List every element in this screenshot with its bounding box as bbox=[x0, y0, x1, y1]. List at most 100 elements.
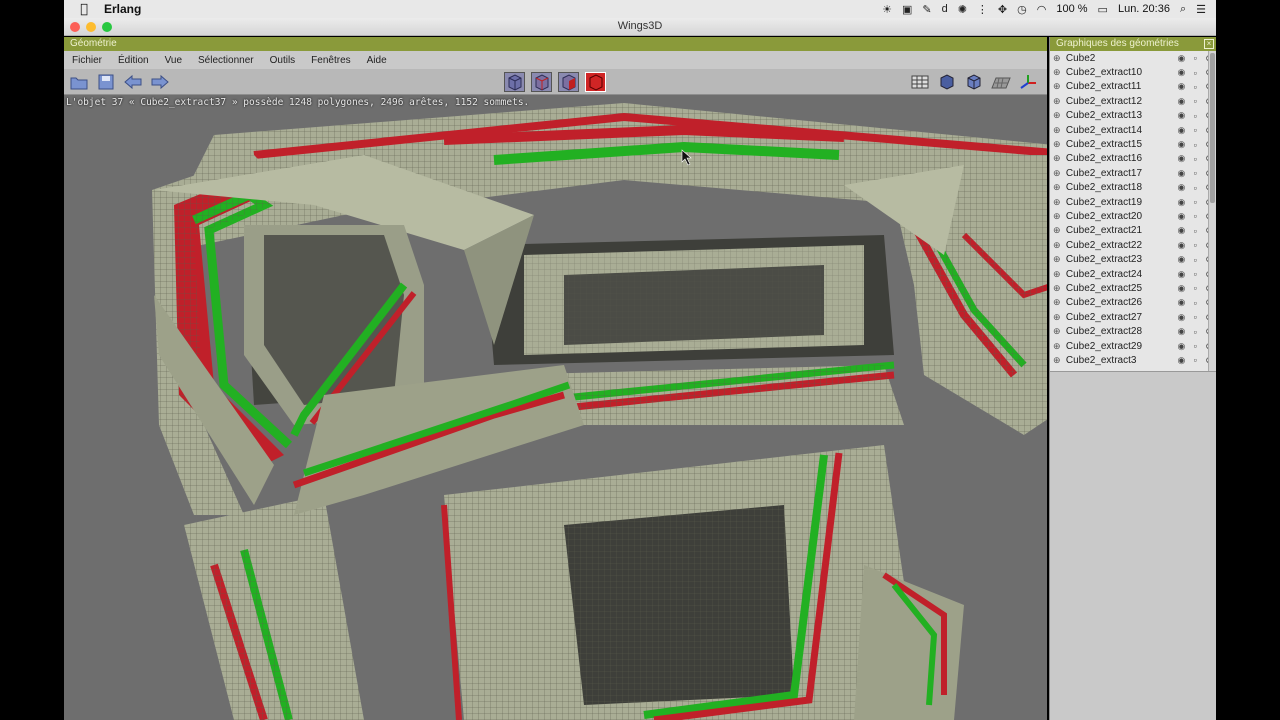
list-item[interactable]: ⊕Cube2_extract14◉▫⊗ bbox=[1050, 123, 1216, 137]
geometry-window-header[interactable]: Géométrie bbox=[64, 37, 1047, 51]
object-name[interactable]: Cube2_extract19 bbox=[1066, 197, 1175, 208]
lock-icon[interactable]: ▫ bbox=[1188, 168, 1202, 178]
object-name[interactable]: Cube2 bbox=[1066, 53, 1175, 64]
visibility-eye-icon[interactable]: ◉ bbox=[1175, 269, 1189, 280]
menu-outils[interactable]: Outils bbox=[262, 55, 304, 66]
list-item[interactable]: ⊕Cube2_extract23◉▫⊗ bbox=[1050, 252, 1216, 266]
lock-icon[interactable]: ▫ bbox=[1188, 283, 1202, 293]
edge-mode-icon[interactable] bbox=[531, 72, 552, 92]
list-item[interactable]: ⊕Cube2_extract26◉▫⊗ bbox=[1050, 296, 1216, 310]
object-name[interactable]: Cube2_extract11 bbox=[1066, 81, 1175, 92]
spotlight-search-icon[interactable]: ⌕ bbox=[1180, 3, 1186, 16]
lock-icon[interactable]: ▫ bbox=[1188, 197, 1202, 207]
visibility-eye-icon[interactable]: ◉ bbox=[1175, 53, 1189, 64]
ground-grid-icon[interactable] bbox=[991, 72, 1011, 92]
dictionary-icon[interactable]: d bbox=[942, 3, 948, 15]
menu-vue[interactable]: Vue bbox=[157, 55, 190, 66]
object-name[interactable]: Cube2_extract18 bbox=[1066, 182, 1175, 193]
menu-aide[interactable]: Aide bbox=[359, 55, 395, 66]
lock-icon[interactable]: ▫ bbox=[1188, 312, 1202, 322]
visibility-eye-icon[interactable]: ◉ bbox=[1175, 182, 1189, 193]
flat-shaded-icon[interactable] bbox=[964, 72, 984, 92]
object-name[interactable]: Cube2_extract15 bbox=[1066, 139, 1175, 150]
window-title-bar[interactable]: Wings3D bbox=[64, 18, 1216, 36]
lock-icon[interactable]: ▫ bbox=[1188, 53, 1202, 63]
lock-icon[interactable]: ▫ bbox=[1188, 226, 1202, 236]
wireframe-icon[interactable] bbox=[910, 72, 930, 92]
lock-icon[interactable]: ▫ bbox=[1188, 341, 1202, 351]
lock-icon[interactable]: ▫ bbox=[1188, 269, 1202, 279]
object-name[interactable]: Cube2_extract26 bbox=[1066, 297, 1175, 308]
list-item[interactable]: ⊕Cube2_extract13◉▫⊗ bbox=[1050, 109, 1216, 123]
object-name[interactable]: Cube2_extract13 bbox=[1066, 110, 1175, 121]
save-icon[interactable] bbox=[96, 72, 116, 92]
visibility-eye-icon[interactable]: ◉ bbox=[1175, 355, 1189, 366]
smooth-shaded-icon[interactable] bbox=[937, 72, 957, 92]
lock-icon[interactable]: ▫ bbox=[1188, 255, 1202, 265]
visibility-eye-icon[interactable]: ◉ bbox=[1175, 254, 1189, 265]
lock-icon[interactable]: ▫ bbox=[1188, 68, 1202, 78]
face-mode-icon[interactable] bbox=[558, 72, 579, 92]
list-item[interactable]: ⊕Cube2_extract12◉▫⊗ bbox=[1050, 94, 1216, 108]
notification-center-icon[interactable]: ☰ bbox=[1196, 3, 1206, 16]
object-name[interactable]: Cube2_extract25 bbox=[1066, 283, 1175, 294]
list-item[interactable]: ⊕Cube2◉▫⊗ bbox=[1050, 51, 1216, 65]
list-item[interactable]: ⊕Cube2_extract16◉▫⊗ bbox=[1050, 152, 1216, 166]
visibility-eye-icon[interactable]: ◉ bbox=[1175, 312, 1189, 323]
object-name[interactable]: Cube2_extract21 bbox=[1066, 225, 1175, 236]
visibility-eye-icon[interactable]: ◉ bbox=[1175, 96, 1189, 107]
list-item[interactable]: ⊕Cube2_extract29◉▫⊗ bbox=[1050, 339, 1216, 353]
visibility-eye-icon[interactable]: ◉ bbox=[1175, 326, 1189, 337]
lock-icon[interactable]: ▫ bbox=[1188, 111, 1202, 121]
object-name[interactable]: Cube2_extract22 bbox=[1066, 240, 1175, 251]
list-item[interactable]: ⊕Cube2_extract3◉▫⊗ bbox=[1050, 353, 1216, 367]
lock-icon[interactable]: ▫ bbox=[1188, 355, 1202, 365]
visibility-eye-icon[interactable]: ◉ bbox=[1175, 297, 1189, 308]
lock-icon[interactable]: ▫ bbox=[1188, 240, 1202, 250]
lock-icon[interactable]: ▫ bbox=[1188, 96, 1202, 106]
list-item[interactable]: ⊕Cube2_extract18◉▫⊗ bbox=[1050, 181, 1216, 195]
object-name[interactable]: Cube2_extract12 bbox=[1066, 96, 1175, 107]
redo-icon[interactable] bbox=[150, 72, 170, 92]
visibility-eye-icon[interactable]: ◉ bbox=[1175, 197, 1189, 208]
menu-edition[interactable]: Édition bbox=[110, 55, 157, 66]
lock-icon[interactable]: ▫ bbox=[1188, 140, 1202, 150]
object-name[interactable]: Cube2_extract28 bbox=[1066, 326, 1175, 337]
lock-icon[interactable]: ▫ bbox=[1188, 125, 1202, 135]
vertex-mode-icon[interactable] bbox=[504, 72, 525, 92]
object-name[interactable]: Cube2_extract20 bbox=[1066, 211, 1175, 222]
list-item[interactable]: ⊕Cube2_extract28◉▫⊗ bbox=[1050, 324, 1216, 338]
time-machine-icon[interactable]: ◷ bbox=[1017, 3, 1027, 16]
lock-icon[interactable]: ▫ bbox=[1188, 154, 1202, 164]
visibility-eye-icon[interactable]: ◉ bbox=[1175, 110, 1189, 121]
menu-extra-icon[interactable]: ⋮ bbox=[977, 3, 988, 16]
geometry-graph-header[interactable]: Graphiques des géométries × bbox=[1050, 37, 1216, 51]
visibility-eye-icon[interactable]: ◉ bbox=[1175, 125, 1189, 136]
lock-icon[interactable]: ▫ bbox=[1188, 298, 1202, 308]
axes-icon[interactable] bbox=[1018, 72, 1038, 92]
app-name[interactable]: Erlang bbox=[104, 2, 141, 16]
visibility-eye-icon[interactable]: ◉ bbox=[1175, 139, 1189, 150]
body-mode-icon[interactable] bbox=[585, 72, 606, 92]
pin-icon[interactable]: ✎ bbox=[922, 3, 931, 16]
list-item[interactable]: ⊕Cube2_extract17◉▫⊗ bbox=[1050, 166, 1216, 180]
visibility-eye-icon[interactable]: ◉ bbox=[1175, 81, 1189, 92]
object-name[interactable]: Cube2_extract16 bbox=[1066, 153, 1175, 164]
fan-icon[interactable]: ✺ bbox=[958, 3, 967, 16]
list-item[interactable]: ⊕Cube2_extract20◉▫⊗ bbox=[1050, 209, 1216, 223]
wifi-icon[interactable]: ◠ bbox=[1037, 3, 1047, 16]
lock-icon[interactable]: ▫ bbox=[1188, 211, 1202, 221]
open-folder-icon[interactable] bbox=[69, 72, 89, 92]
close-panel-icon[interactable]: × bbox=[1204, 39, 1214, 49]
visibility-eye-icon[interactable]: ◉ bbox=[1175, 211, 1189, 222]
screenshot-icon[interactable]: ▣ bbox=[902, 3, 912, 16]
list-item[interactable]: ⊕Cube2_extract19◉▫⊗ bbox=[1050, 195, 1216, 209]
clock[interactable]: Lun. 20:36 bbox=[1118, 3, 1170, 15]
list-item[interactable]: ⊕Cube2_extract11◉▫⊗ bbox=[1050, 80, 1216, 94]
object-name[interactable]: Cube2_extract3 bbox=[1066, 355, 1175, 366]
list-item[interactable]: ⊕Cube2_extract21◉▫⊗ bbox=[1050, 224, 1216, 238]
undo-icon[interactable] bbox=[123, 72, 143, 92]
object-name[interactable]: Cube2_extract17 bbox=[1066, 168, 1175, 179]
cross-arrows-icon[interactable]: ✥ bbox=[998, 3, 1007, 16]
visibility-eye-icon[interactable]: ◉ bbox=[1175, 168, 1189, 179]
